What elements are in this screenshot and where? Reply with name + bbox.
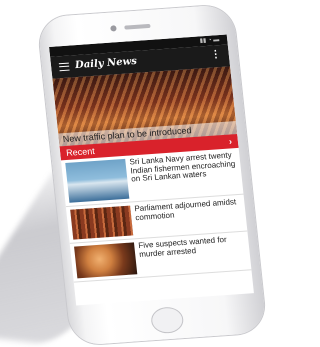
hero-story[interactable]: New traffic plan to be introduced	[52, 66, 238, 147]
news-headline: Five suspects wanted for murder arrested	[137, 234, 228, 259]
app-title: Daily News	[74, 55, 138, 72]
news-thumbnail	[70, 205, 134, 240]
news-thumbnail	[65, 158, 130, 203]
chevron-right-icon: ›	[228, 136, 233, 147]
news-headline: Sri Lanka Navy arrest twenty Indian fish…	[129, 150, 236, 184]
recent-label: Recent	[65, 145, 96, 158]
phone-screen: ▮▮ ◔ ▬ Daily News ⋮ New traffic plan to …	[49, 34, 254, 306]
menu-icon[interactable]	[58, 62, 70, 72]
phone-mockup: ▮▮ ◔ ▬ Daily News ⋮ New traffic plan to …	[36, 4, 268, 346]
news-headline: Parliament adjourned amidst commotion	[133, 197, 237, 222]
more-vertical-icon[interactable]: ⋮	[210, 49, 221, 61]
news-thumbnail	[74, 242, 138, 279]
